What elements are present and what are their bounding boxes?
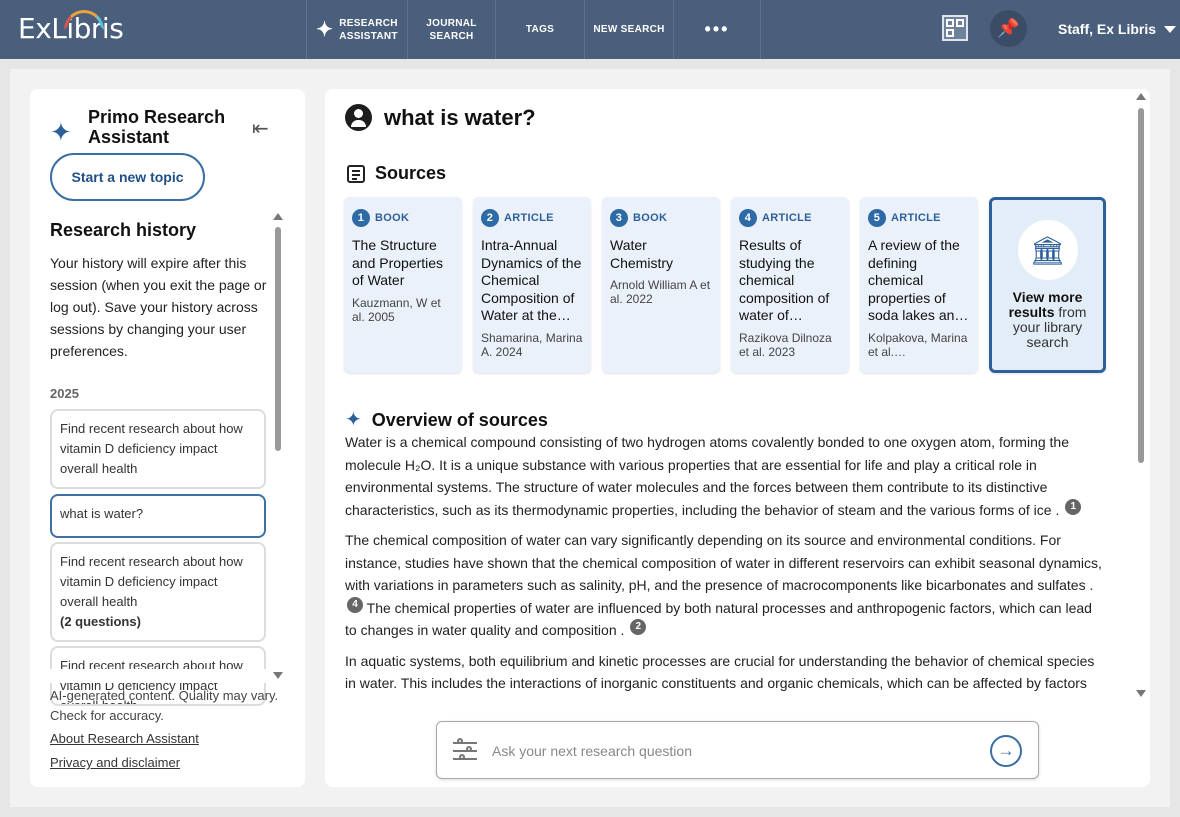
source-author: Razikova Dilnoza et al. 2023 bbox=[739, 331, 832, 359]
scroll-down-icon[interactable] bbox=[273, 672, 283, 679]
nav-research-assistant[interactable]: ✦ RESEARCH ASSISTANT bbox=[306, 0, 407, 59]
question-text: what is water? bbox=[384, 104, 536, 130]
source-number: 4 bbox=[739, 209, 757, 227]
history-item[interactable]: Find recent research about how vitamin D… bbox=[50, 409, 266, 489]
source-number: 3 bbox=[610, 209, 628, 227]
overview-paragraph: Water is a chemical compound consisting … bbox=[345, 431, 1107, 521]
research-sidebar: ✦ Primo Research Assistant ⇤ Start a new… bbox=[30, 89, 305, 787]
scroll-up-icon[interactable] bbox=[1136, 93, 1146, 100]
source-title: A review of the defining chemical proper… bbox=[868, 237, 969, 323]
overview-paragraph: The chemical composition of water can va… bbox=[345, 532, 1102, 638]
scroll-up-icon[interactable] bbox=[273, 213, 283, 220]
pin-icon[interactable]: 📌 bbox=[990, 10, 1027, 47]
filter-icon[interactable] bbox=[453, 738, 477, 763]
nav-label: NEW SEARCH bbox=[593, 24, 665, 35]
ask-box: → bbox=[436, 721, 1039, 779]
view-more-results-card[interactable]: 🏛 View more results from your library se… bbox=[989, 197, 1106, 373]
source-author: Kauzmann, W et al. 2005 bbox=[352, 295, 441, 324]
scroll-down-icon[interactable] bbox=[1136, 690, 1146, 697]
source-author: Arnold William A et al. 2022 bbox=[610, 278, 711, 306]
ai-disclaimer: AI-generated content. Quality may vary. … bbox=[50, 688, 279, 723]
main-nav: ✦ RESEARCH ASSISTANT JOURNAL SEARCH TAGS… bbox=[306, 0, 761, 59]
citation-badge[interactable]: 1 bbox=[1065, 498, 1082, 515]
user-menu[interactable]: Staff, Ex Libris bbox=[1058, 21, 1177, 37]
source-number: 2 bbox=[481, 209, 499, 227]
source-title: Water Chemistry bbox=[610, 237, 674, 271]
library-icon: 🏛 bbox=[1017, 220, 1078, 280]
overview-header: ✦ Overview of sources bbox=[345, 407, 548, 433]
citation-badge[interactable]: 2 bbox=[630, 619, 647, 636]
research-history-heading: Research history bbox=[50, 220, 197, 240]
history-note: Your history will expire after this sess… bbox=[50, 255, 267, 359]
source-cards: 1 BOOK The Structure and Properties of Wa… bbox=[344, 197, 1106, 373]
sparkle-icon: ✦ bbox=[345, 409, 362, 431]
scroll-thumb[interactable] bbox=[275, 227, 281, 451]
history-scrollbar[interactable] bbox=[273, 213, 283, 679]
source-card[interactable]: 2 ARTICLE Intra-Annual Dynamics of the Ch… bbox=[473, 197, 591, 373]
sparkle-icon: ✦ bbox=[50, 117, 72, 147]
source-author: Shamarina, Marina A. 2024 bbox=[481, 331, 583, 359]
history-item-text: Find recent research about how vitamin D… bbox=[60, 554, 243, 609]
source-card[interactable]: 3 BOOK Water Chemistry Arnold William A e… bbox=[602, 197, 720, 373]
source-type: ARTICLE bbox=[762, 212, 812, 224]
source-type: ARTICLE bbox=[891, 212, 941, 224]
source-type: BOOK bbox=[633, 212, 668, 224]
source-type: ARTICLE bbox=[504, 212, 554, 224]
history-item[interactable]: Find recent research about how vitamin D… bbox=[50, 542, 266, 642]
source-title: The Structure and Properties of Water bbox=[352, 237, 444, 288]
source-number: 1 bbox=[352, 209, 370, 227]
nav-label: TAGS bbox=[525, 24, 555, 35]
source-card[interactable]: 1 BOOK The Structure and Properties of Wa… bbox=[344, 197, 462, 373]
question-row: what is water? bbox=[345, 104, 536, 131]
sources-heading: Sources bbox=[375, 163, 447, 183]
history-item-active[interactable]: what is water? bbox=[50, 494, 266, 538]
citation-badge[interactable]: 4 bbox=[347, 596, 363, 613]
nav-tags[interactable]: TAGS bbox=[495, 0, 584, 59]
sparkle-icon: ✦ bbox=[316, 18, 334, 41]
nav-label: JOURNAL SEARCH bbox=[426, 17, 477, 42]
list-fade bbox=[50, 669, 270, 683]
user-avatar-icon bbox=[345, 104, 372, 131]
collapse-sidebar-icon[interactable]: ⇤ bbox=[252, 119, 278, 139]
source-card[interactable]: 4 ARTICLE Results of studying the chemica… bbox=[731, 197, 849, 373]
history-item-count: (2 questions) bbox=[60, 614, 141, 629]
exlibris-logo[interactable]: ExLibris bbox=[18, 10, 124, 45]
research-question-input[interactable] bbox=[492, 740, 972, 762]
nav-new-search[interactable]: NEW SEARCH bbox=[584, 0, 673, 59]
qr-code-icon[interactable] bbox=[942, 15, 968, 41]
content-scrollbar[interactable] bbox=[1135, 93, 1147, 697]
source-card[interactable]: 5 ARTICLE A review of the defining chemic… bbox=[860, 197, 978, 373]
privacy-link[interactable]: Privacy and disclaimer bbox=[50, 755, 180, 770]
overview-paragraph: In aquatic systems, both equilibrium and… bbox=[345, 652, 1095, 692]
source-type: BOOK bbox=[375, 212, 410, 224]
sidebar-title: Primo Research Assistant bbox=[88, 107, 226, 147]
overview-heading: Overview of sources bbox=[371, 409, 548, 430]
conversation-panel: what is water? Sources 1 BOOK The Structu… bbox=[325, 89, 1150, 787]
source-title: Results of studying the chemical composi… bbox=[739, 237, 830, 323]
send-arrow-icon[interactable]: → bbox=[990, 735, 1022, 767]
chevron-down-icon bbox=[1164, 25, 1177, 33]
nav-label: RESEARCH ASSISTANT bbox=[339, 17, 398, 42]
top-bar: ExLibris ✦ RESEARCH ASSISTANT JOURNAL SE… bbox=[0, 0, 1180, 59]
view-more-text: View more results from your library sear… bbox=[1008, 289, 1087, 350]
user-name: Staff, Ex Libris bbox=[1058, 21, 1157, 37]
source-title: Intra-Annual Dynamics of the Chemical Co… bbox=[481, 237, 582, 323]
history-item-text: what is water? bbox=[60, 506, 144, 521]
scroll-thumb[interactable] bbox=[1138, 108, 1144, 463]
nav-journal-search[interactable]: JOURNAL SEARCH bbox=[407, 0, 495, 59]
nav-more-button[interactable]: ••• bbox=[673, 0, 761, 59]
about-research-assistant-link[interactable]: About Research Assistant bbox=[50, 731, 199, 746]
history-year: 2025 bbox=[50, 386, 79, 401]
overview-text: Water is a chemical compound consisting … bbox=[345, 431, 1107, 703]
source-author: Kolpakova, Marina et al.… bbox=[868, 331, 968, 359]
history-item-text: Find recent research about how vitamin D… bbox=[60, 421, 243, 476]
more-icon: ••• bbox=[704, 19, 730, 39]
sources-header: Sources bbox=[347, 163, 446, 184]
source-number: 5 bbox=[868, 209, 886, 227]
document-icon bbox=[347, 164, 365, 183]
start-new-topic-button[interactable]: Start a new topic bbox=[50, 153, 205, 201]
